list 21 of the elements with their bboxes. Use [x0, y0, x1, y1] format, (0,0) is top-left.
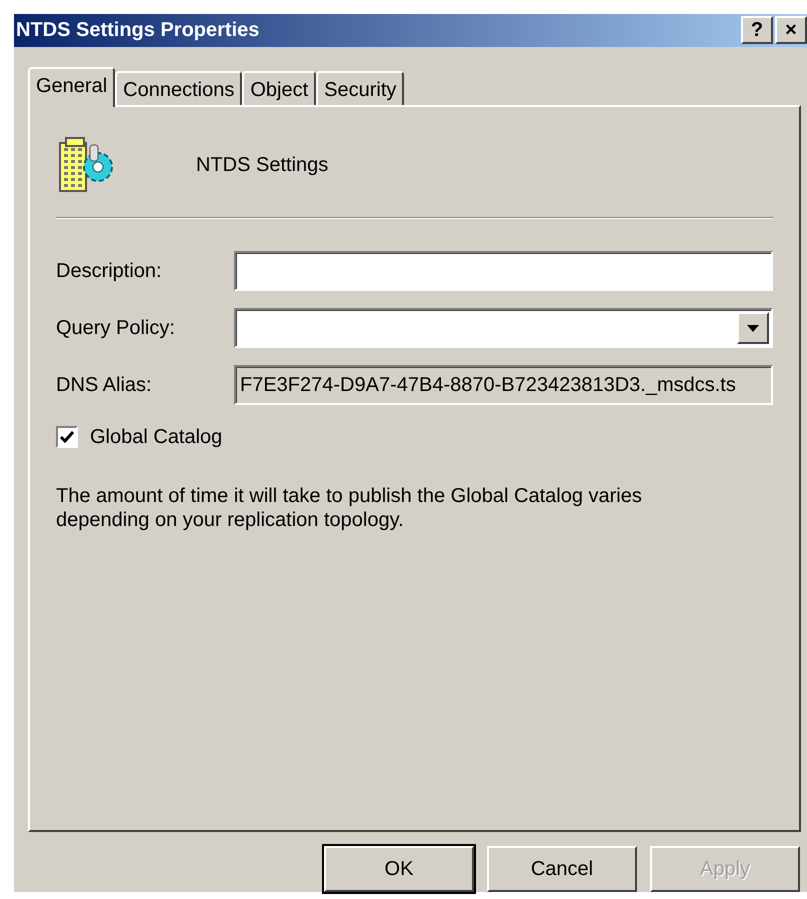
field-label: DNS Alias:	[56, 373, 153, 398]
dialog-button[interactable]: Cancel	[487, 846, 637, 892]
dialog-button[interactable]: OK	[324, 846, 474, 892]
tab[interactable]: General	[28, 67, 116, 108]
field-label: Query Policy:	[56, 316, 176, 342]
caret-icon[interactable]	[747, 324, 759, 332]
tab[interactable]: Connections	[115, 71, 242, 106]
dropdown-field[interactable]	[234, 308, 773, 348]
tab[interactable]: Object	[242, 71, 316, 106]
field-label: Description:	[56, 259, 163, 284]
checkbox[interactable]	[56, 426, 78, 448]
window-title: NTDS Settings Properties	[16, 18, 260, 44]
object-name: NTDS Settings	[196, 153, 328, 178]
checkbox-label: Global Catalog	[90, 425, 222, 450]
note-text: The amount of time it will take to publish the Global Catalog varies depending on your replication topology.	[56, 484, 643, 532]
input-field[interactable]	[234, 251, 773, 292]
tab[interactable]: Security	[316, 71, 404, 106]
check-icon	[60, 431, 74, 444]
input-field: F7E3F274-D9A7-47B4-8870-B723423813D3._msdcs.ts	[234, 365, 773, 406]
help-button[interactable]: ?	[741, 16, 773, 44]
close-button[interactable]: ×	[775, 16, 807, 44]
